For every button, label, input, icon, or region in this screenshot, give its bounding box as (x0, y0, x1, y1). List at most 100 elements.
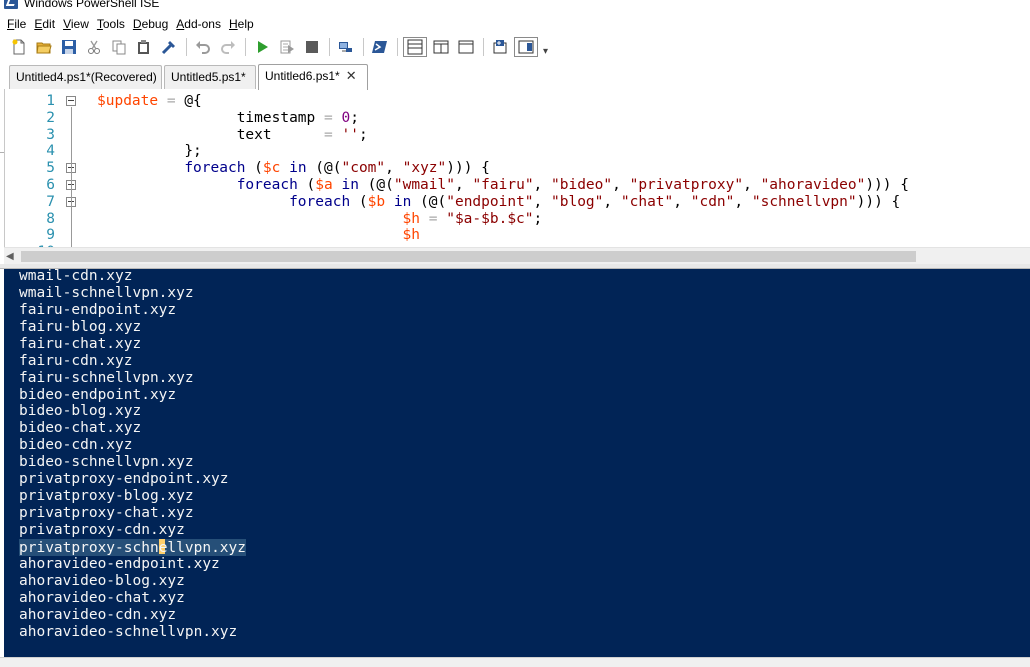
menu-debug[interactable]: Debug (129, 15, 172, 33)
paste-icon[interactable] (133, 36, 155, 58)
code-line[interactable]: 4 }; (5, 143, 1030, 160)
cut-icon[interactable] (83, 36, 105, 58)
clear-console-icon[interactable] (158, 36, 180, 58)
code-line[interactable]: 5 foreach ($c in (@("com", "xyz"))) { (5, 160, 1030, 177)
show-script-top-icon[interactable] (403, 37, 427, 57)
code-line[interactable]: 8 $h = "$a-$b.$c"; (5, 211, 1030, 228)
code-text: timestamp = 0; (97, 110, 359, 127)
code-token: , (673, 193, 691, 210)
console-output-line[interactable]: wmail-schnellvpn.xyz (19, 285, 194, 302)
new-remote-tab-icon[interactable] (335, 36, 357, 58)
console-output-line[interactable]: wmail-cdn.xyz (19, 269, 133, 285)
tab-label: Untitled4.ps1*(Recovered) (16, 70, 157, 84)
show-command-window-icon[interactable] (489, 36, 511, 58)
console-output-line[interactable]: bideo-schnellvpn.xyz (19, 454, 194, 471)
code-token: @{ (184, 93, 202, 109)
console-output-line[interactable]: privatproxy-endpoint.xyz (19, 471, 229, 488)
console-output-line[interactable]: bideo-endpoint.xyz (19, 387, 176, 404)
show-script-maximized-icon[interactable] (455, 36, 477, 58)
code-line[interactable]: 2 timestamp = 0; (5, 110, 1030, 127)
code-text: $h (97, 227, 420, 244)
selected-text-after-caret: ellvpn.xyz (158, 539, 246, 556)
console-output-line[interactable]: fairu-endpoint.xyz (19, 302, 176, 319)
save-icon[interactable] (58, 36, 80, 58)
code-text: $h = "$a-$b.$c"; (97, 210, 543, 228)
new-file-icon[interactable] (8, 36, 30, 58)
code-token: "$a-$b.$c" (446, 210, 534, 227)
console-output-line[interactable]: bideo-cdn.xyz (19, 437, 133, 454)
status-bar (0, 657, 1030, 667)
run-selection-icon[interactable] (276, 36, 298, 58)
line-number: 9 (46, 227, 55, 244)
selected-text-before-caret: privatproxy-schn (19, 539, 159, 556)
code-token: 0 (341, 109, 351, 126)
console-output-line[interactable]: privatproxy-schnellvpn.xyz (19, 538, 246, 556)
console-output-line[interactable]: bideo-chat.xyz (19, 420, 141, 437)
code-token: (@( (306, 160, 342, 177)
editor-horizontal-scrollbar[interactable]: ◀ (4, 247, 1030, 264)
console-output-line[interactable]: ahoravideo-schnellvpn.xyz (19, 624, 237, 641)
code-token: , (734, 193, 752, 210)
menu-tools[interactable]: Tools (93, 15, 129, 33)
toolbar-overflow-icon[interactable]: ▾ (543, 46, 548, 57)
console-output-line[interactable]: privatproxy-cdn.xyz (19, 522, 185, 539)
console-output-line[interactable]: ahoravideo-blog.xyz (19, 573, 185, 590)
copy-icon[interactable] (108, 36, 130, 58)
undo-icon[interactable] (192, 36, 214, 58)
tab-untitled4[interactable]: Untitled4.ps1*(Recovered) (9, 65, 162, 89)
line-number: 1 (46, 93, 55, 109)
stop-icon[interactable] (301, 36, 323, 58)
code-line[interactable]: 9 $h (5, 227, 1030, 244)
menu-add-ons[interactable]: Add-ons (172, 15, 225, 33)
menu-file[interactable]: File (3, 15, 30, 33)
toolbar-separator (186, 38, 187, 56)
tab-untitled6[interactable]: Untitled6.ps1* ✕ (258, 64, 368, 90)
code-token: = (324, 126, 333, 143)
code-token: ))) { (446, 160, 490, 177)
menu-bar: File Edit View Tools Debug Add-ons Help (0, 14, 1030, 34)
menu-edit[interactable]: Edit (30, 15, 59, 33)
scroll-left-icon[interactable]: ◀ (6, 251, 14, 262)
code-token: foreach (236, 177, 298, 193)
console-output-line[interactable]: fairu-chat.xyz (19, 336, 141, 353)
redo-icon[interactable] (217, 36, 239, 58)
start-powershell-icon[interactable] (369, 36, 391, 58)
code-token: ; (533, 210, 543, 227)
show-command-addon-icon[interactable] (514, 37, 538, 57)
menu-view[interactable]: View (59, 15, 93, 33)
console-output-line[interactable]: ahoravideo-chat.xyz (19, 590, 185, 607)
menu-help[interactable]: Help (225, 15, 258, 33)
code-line[interactable]: 7 foreach ($b in (@("endpoint", "blog", … (5, 194, 1030, 211)
script-editor[interactable]: 1 $update = @{2 timestamp = 0; 3 text = ''… (4, 89, 1030, 249)
show-script-right-icon[interactable] (430, 36, 452, 58)
console-output-line[interactable]: bideo-blog.xyz (19, 403, 141, 420)
code-line[interactable]: 1 $update = @{ (5, 93, 1030, 110)
fold-toggle-icon[interactable] (66, 96, 76, 106)
console-output-line[interactable]: ahoravideo-cdn.xyz (19, 607, 176, 624)
code-token: }; (184, 143, 202, 160)
scrollbar-thumb[interactable] (21, 251, 916, 262)
code-token: $a (315, 177, 333, 193)
code-line[interactable]: 6 foreach ($a in (@("wmail", "fairu", "b… (5, 177, 1030, 194)
console-output-line[interactable]: fairu-schnellvpn.xyz (19, 370, 194, 387)
console-output-line[interactable]: ahoravideo-endpoint.xyz (19, 556, 220, 573)
code-token: "com" (341, 160, 386, 177)
tab-untitled5[interactable]: Untitled5.ps1* (164, 65, 256, 89)
console-output-line[interactable]: fairu-cdn.xyz (19, 353, 133, 370)
close-tab-icon[interactable]: ✕ (346, 65, 357, 87)
code-line[interactable]: 3 text = ''; (5, 127, 1030, 144)
code-token: "bideo" (551, 177, 613, 193)
console-output-line[interactable]: privatproxy-chat.xyz (19, 505, 194, 522)
run-script-icon[interactable] (251, 36, 273, 58)
tab-label: Untitled5.ps1* (171, 70, 246, 84)
line-number: 2 (46, 109, 55, 126)
console-pane[interactable]: wmail-cdn.xyz wmail-schnellvpn.xyz fairu-e… (4, 269, 1030, 657)
code-token: "xyz" (402, 160, 447, 177)
code-token: = (166, 93, 176, 109)
open-folder-icon[interactable] (33, 36, 55, 58)
console-output-line[interactable]: privatproxy-blog.xyz (19, 488, 194, 505)
console-output-line[interactable]: fairu-blog.xyz (19, 319, 141, 336)
